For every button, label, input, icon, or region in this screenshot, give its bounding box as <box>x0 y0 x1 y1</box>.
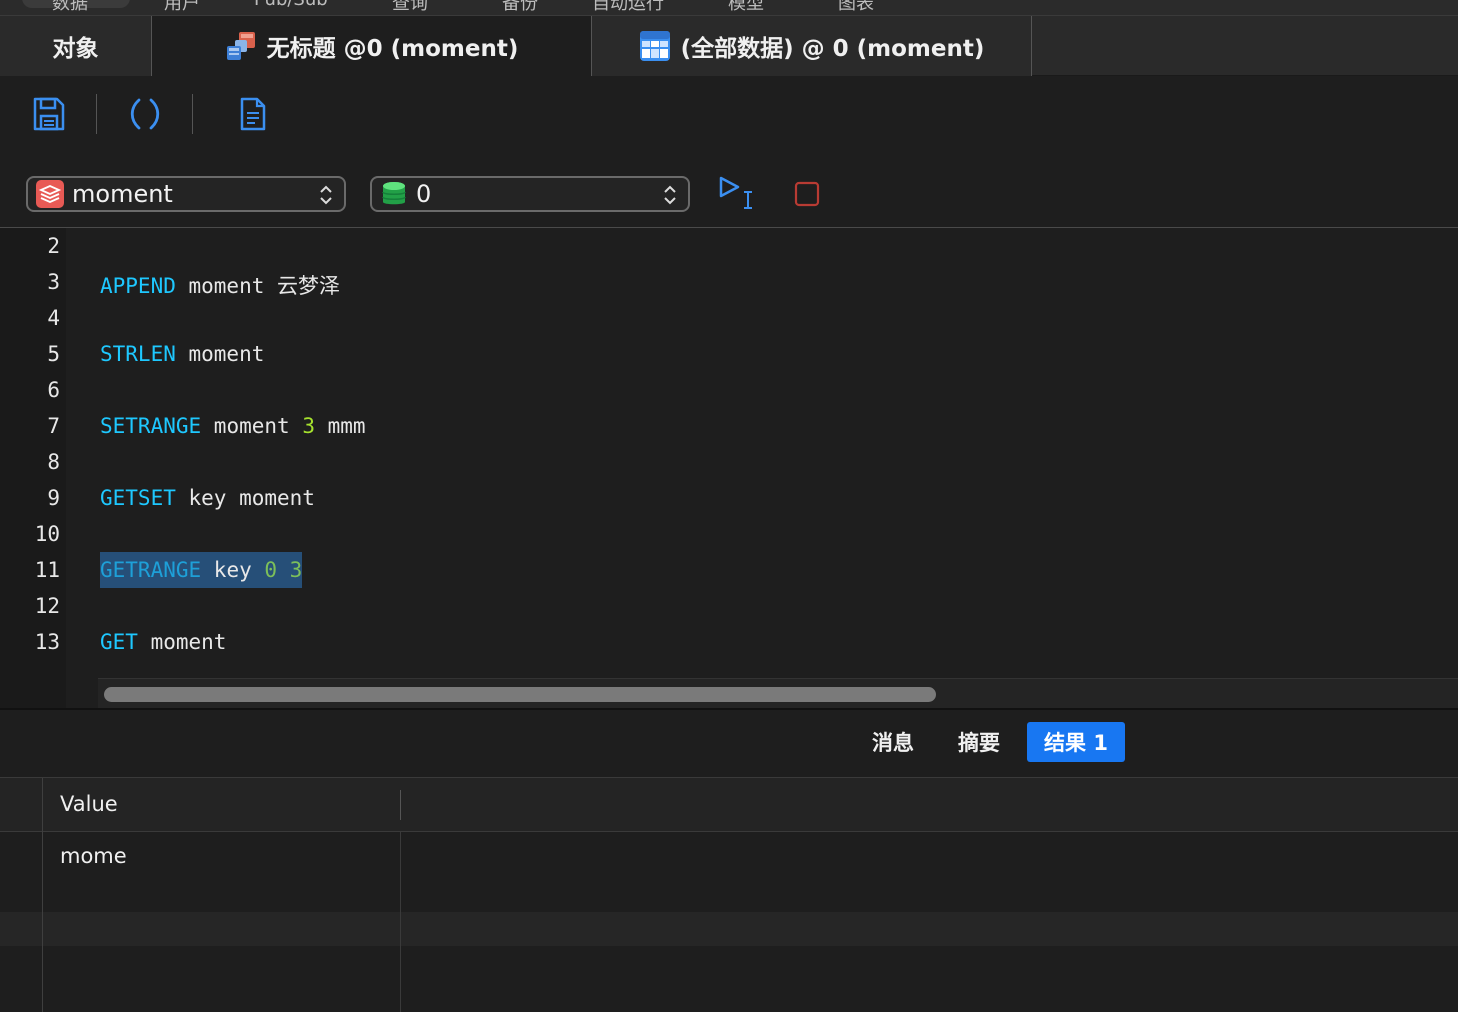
code-keyword: GETSET <box>100 486 176 510</box>
query-toolbar: moment 0 <box>0 76 1458 228</box>
line-number: 5 <box>47 342 60 366</box>
code-line: GETSET key moment <box>100 486 315 510</box>
toolbar-separator <box>96 94 97 134</box>
code-keyword: GET <box>100 630 138 654</box>
line-number: 12 <box>34 594 60 618</box>
tab-untitled-query[interactable]: 无标题 @0 (moment) <box>152 16 592 76</box>
document-button[interactable] <box>233 94 273 134</box>
line-number: 8 <box>47 450 60 474</box>
stop-button[interactable] <box>787 174 827 214</box>
table-icon <box>639 30 671 62</box>
top-menu-item-query[interactable]: 查询 <box>392 0 428 15</box>
top-menu-item-chart[interactable]: 图表 <box>838 0 874 15</box>
code-line: SETRANGE moment 3 mmm <box>100 414 366 438</box>
parentheses-icon <box>130 98 160 130</box>
toolbar-separator <box>192 94 193 134</box>
query-tab-icon <box>225 30 257 62</box>
chevron-up-down-icon <box>664 185 676 205</box>
horizontal-scrollbar-thumb[interactable] <box>104 687 936 702</box>
code-editor[interactable]: 2 3 4 5 6 7 8 9 10 11 12 13 APPEND momen… <box>0 228 1458 708</box>
grid-header: Value <box>0 778 1458 832</box>
column-divider <box>400 832 401 1012</box>
top-menu-item-model[interactable]: 模型 <box>728 0 764 15</box>
code-keyword: SETRANGE <box>100 414 202 438</box>
code-line: STRLEN moment <box>100 342 264 366</box>
horizontal-scrollbar[interactable] <box>98 678 1458 708</box>
run-selected-icon <box>719 176 752 209</box>
code-line: GET moment <box>100 630 226 654</box>
top-menu-strip: 数据 用户 Pub/Sub 查询 备份 自动运行 模型 图表 <box>0 0 1458 16</box>
connection-select[interactable]: moment <box>26 176 346 212</box>
tab-messages[interactable]: 消息 <box>858 722 928 762</box>
line-number: 11 <box>34 558 60 582</box>
tab-label: 无标题 @0 (moment) <box>266 36 519 62</box>
chevron-up-down-icon <box>320 185 332 205</box>
database-icon <box>380 180 408 208</box>
table-row-empty <box>0 912 1458 946</box>
code-args: key <box>201 558 265 582</box>
line-number: 6 <box>47 378 60 402</box>
tab-summary[interactable]: 摘要 <box>944 722 1014 762</box>
line-number: 2 <box>47 234 60 258</box>
code-args: moment 云梦泽 <box>175 274 341 298</box>
line-number-gutter: 2 3 4 5 6 7 8 9 10 11 12 13 <box>0 228 66 708</box>
line-number: 13 <box>34 630 60 654</box>
code-args: key moment <box>175 486 315 510</box>
connection-select-value: moment <box>72 180 173 208</box>
stop-icon <box>794 181 820 207</box>
top-menu-item-data[interactable]: 数据 <box>52 0 88 15</box>
tab-bar: 对象 无标题 @0 (moment) (全部数据) @ 0 (moment) <box>0 16 1458 76</box>
code-keyword: APPEND <box>100 274 176 298</box>
line-number: 7 <box>47 414 60 438</box>
row-header-border <box>42 778 43 1012</box>
code-keyword: GETRANGE <box>100 558 202 582</box>
top-menu-item-pubsub[interactable]: Pub/Sub <box>254 0 328 10</box>
top-menu-item-backup[interactable]: 备份 <box>502 0 538 15</box>
line-number: 10 <box>34 522 60 546</box>
top-menu-item-users[interactable]: 用户 <box>164 0 200 15</box>
save-icon <box>33 97 65 131</box>
code-number: 3 <box>302 414 315 438</box>
database-select-value: 0 <box>416 180 432 208</box>
top-menu-item-automation[interactable]: 自动运行 <box>592 0 664 15</box>
table-cell[interactable]: mome <box>60 844 127 868</box>
code-args: moment <box>175 342 265 366</box>
line-number: 9 <box>47 486 60 510</box>
result-grid: Value mome <box>0 778 1458 1012</box>
save-button[interactable] <box>29 94 69 134</box>
tab-result-1[interactable]: 结果 1 <box>1027 722 1125 762</box>
column-header-value[interactable]: Value <box>60 792 118 816</box>
tab-objects[interactable]: 对象 <box>0 16 152 76</box>
database-select[interactable]: 0 <box>370 176 690 212</box>
line-number: 4 <box>47 306 60 330</box>
run-selected-button[interactable] <box>716 174 756 214</box>
format-button[interactable] <box>125 94 165 134</box>
code-line-selected: GETRANGE key 0 3 <box>100 552 303 588</box>
code-args: moment <box>137 630 227 654</box>
column-resize-handle[interactable] <box>400 790 401 820</box>
tab-all-data[interactable]: (全部数据) @ 0 (moment) <box>592 16 1032 76</box>
code-keyword: STRLEN <box>100 342 176 366</box>
redis-icon <box>36 180 64 208</box>
document-icon <box>240 97 266 131</box>
code-args: mmm <box>314 414 366 438</box>
code-line: APPEND moment 云梦泽 <box>100 270 340 300</box>
tab-label: (全部数据) @ 0 (moment) <box>680 36 985 62</box>
code-number: 0 3 <box>264 558 303 582</box>
result-tabs: 消息 摘要 结果 1 <box>0 708 1458 778</box>
tab-label: 对象 <box>52 36 99 62</box>
code-args: moment <box>201 414 303 438</box>
line-number: 3 <box>47 270 60 294</box>
